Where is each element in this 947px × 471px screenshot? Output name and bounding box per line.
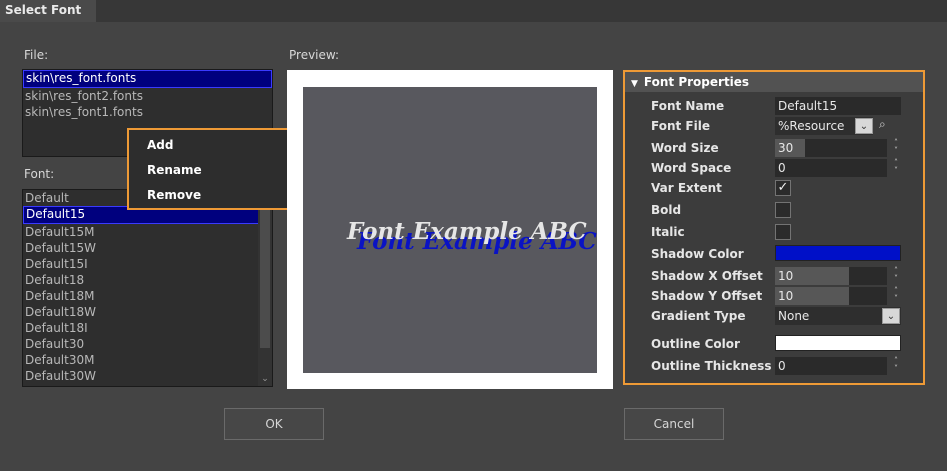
font-name-label: Font Name (651, 99, 725, 113)
font-list-item[interactable]: Default30W (23, 368, 272, 384)
font-list-item[interactable]: Default18M (23, 288, 272, 304)
preview-canvas: Font Example ABC Font Example ABC (303, 87, 597, 373)
preview-text: Font Example ABC (347, 218, 587, 245)
font-properties-header[interactable]: ▼ Font Properties (625, 72, 923, 92)
file-list-item[interactable]: skin\res_font.fonts (23, 70, 272, 88)
word-size-spinner-icon[interactable]: ˄ ˅ (891, 139, 901, 157)
checkmark-icon: ✓ (777, 180, 789, 195)
outline-thickness-label: Outline Thickness (651, 359, 772, 373)
file-list-item[interactable]: skin\res_font2.fonts (23, 88, 272, 104)
font-list-item[interactable]: Default30I (23, 384, 272, 386)
font-list-item[interactable]: Default15I (23, 256, 272, 272)
bold-checkbox[interactable] (775, 202, 791, 218)
shadow-y-spinner-icon[interactable]: ˄ ˅ (891, 287, 901, 305)
font-list-item[interactable]: Default15W (23, 240, 272, 256)
italic-checkbox[interactable] (775, 224, 791, 240)
word-size-input[interactable]: 30 (775, 139, 887, 157)
font-file-label: Font File (651, 119, 710, 133)
word-space-spinner-icon[interactable]: ˄ ˅ (891, 159, 901, 177)
shadow-color-swatch[interactable] (775, 245, 901, 261)
file-label: File: (24, 48, 49, 62)
shadow-x-offset-label: Shadow X Offset (651, 269, 763, 283)
shadow-x-spinner-icon[interactable]: ˄ ˅ (891, 267, 901, 285)
bold-label: Bold (651, 203, 682, 217)
outline-thickness-spinner-icon[interactable]: ˄ ˅ (891, 357, 901, 375)
var-extent-checkbox[interactable]: ✓ (775, 180, 791, 196)
scrollbar-thumb[interactable] (260, 192, 270, 348)
shadow-y-offset-input[interactable]: 10 (775, 287, 887, 305)
font-label: Font: (24, 167, 55, 181)
italic-label: Italic (651, 225, 685, 239)
font-list-item[interactable]: Default18I (23, 320, 272, 336)
search-icon[interactable]: ⌕ (879, 117, 886, 132)
font-list-scrollbar[interactable]: ⌄ (258, 190, 272, 386)
file-list-item[interactable]: skin\res_font1.fonts (23, 104, 272, 120)
outline-color-swatch[interactable] (775, 335, 901, 351)
word-space-label: Word Space (651, 161, 732, 175)
collapse-triangle-icon[interactable]: ▼ (631, 79, 638, 89)
preview-frame: Font Example ABC Font Example ABC (287, 70, 613, 389)
font-list-item[interactable]: Default15M (23, 224, 272, 240)
shadow-x-offset-input[interactable]: 10 (775, 267, 887, 285)
word-size-label: Word Size (651, 141, 719, 155)
font-file-dropdown-icon[interactable]: ⌄ (855, 118, 873, 134)
ok-button[interactable]: OK (224, 408, 324, 440)
cancel-button[interactable]: Cancel (624, 408, 724, 440)
preview-label: Preview: (289, 48, 340, 62)
gradient-type-label: Gradient Type (651, 309, 746, 323)
outline-color-label: Outline Color (651, 337, 740, 351)
font-list-item[interactable]: Default18 (23, 272, 272, 288)
scroll-down-arrow-icon[interactable]: ⌄ (260, 374, 270, 384)
gradient-type-dropdown-icon[interactable]: ⌄ (882, 308, 900, 324)
font-name-input[interactable]: Default15 (775, 97, 901, 115)
title-bar (0, 0, 947, 22)
shadow-y-offset-label: Shadow Y Offset (651, 289, 763, 303)
word-space-input[interactable]: 0 (775, 159, 887, 177)
font-list-item[interactable]: Default30 (23, 336, 272, 352)
outline-thickness-input[interactable]: 0 (775, 357, 887, 375)
font-properties-panel: ▼ Font Properties Font Name Default15 Fon… (623, 70, 925, 385)
font-list[interactable]: Default Default15 Default15M Default15W Defa… (22, 189, 273, 387)
var-extent-label: Var Extent (651, 181, 722, 195)
font-list-item[interactable]: Default18W (23, 304, 272, 320)
shadow-color-label: Shadow Color (651, 247, 744, 261)
window-title: Select Font (0, 0, 96, 22)
font-list-item[interactable]: Default30M (23, 352, 272, 368)
